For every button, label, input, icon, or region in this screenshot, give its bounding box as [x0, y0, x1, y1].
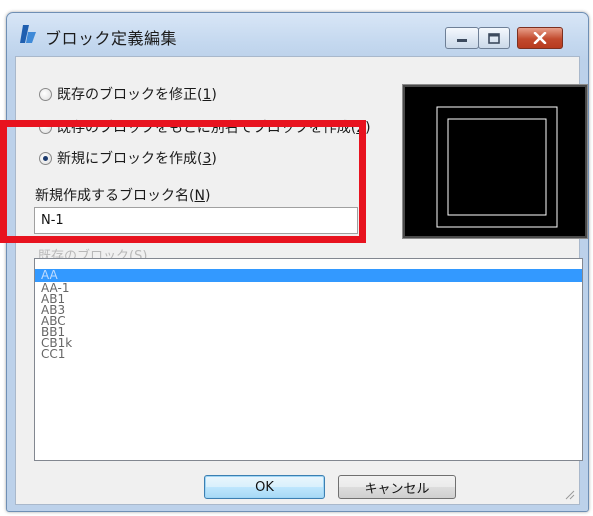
option-label: 既存のブロックを修正(1) — [57, 87, 217, 103]
list-item[interactable]: AB1 — [35, 293, 582, 305]
block-definition-dialog: ブロック定義編集 既存のブロックを修正(1) 既存のブロックをもとに別名でブロッ… — [6, 12, 589, 512]
resize-grip-icon[interactable] — [563, 488, 575, 500]
list-item[interactable]: BB1 — [35, 326, 582, 338]
ok-button[interactable]: OK — [204, 475, 325, 499]
title-bar[interactable]: ブロック定義編集 — [7, 13, 588, 57]
option-modify-existing[interactable]: 既存のブロックを修正(1) — [39, 84, 217, 104]
list-item[interactable]: AA-1 — [35, 282, 582, 294]
bricscad-logo-icon — [20, 25, 36, 43]
close-icon — [533, 32, 547, 44]
minimize-button[interactable] — [445, 27, 479, 49]
list-item[interactable]: CB1k — [35, 337, 582, 349]
window-title: ブロック定義編集 — [45, 29, 178, 48]
list-item[interactable]: CC1 — [35, 348, 582, 360]
block-preview — [402, 84, 588, 239]
maximize-button[interactable] — [478, 27, 510, 49]
existing-blocks-list[interactable]: AA AA-1 AB1 AB3 ABC BB1 CB1k CC1 — [34, 258, 583, 461]
list-item[interactable]: AB3 — [35, 304, 582, 316]
minimize-icon — [457, 39, 467, 42]
list-item[interactable]: AA — [35, 269, 582, 282]
preview-drawing — [436, 106, 558, 228]
radio-modify-existing[interactable] — [39, 87, 52, 101]
maximize-icon — [488, 32, 500, 44]
list-item[interactable]: ABC — [35, 315, 582, 327]
red-highlight-annotation — [0, 120, 366, 243]
close-button[interactable] — [517, 27, 563, 49]
cancel-button[interactable]: キャンセル — [338, 475, 456, 499]
